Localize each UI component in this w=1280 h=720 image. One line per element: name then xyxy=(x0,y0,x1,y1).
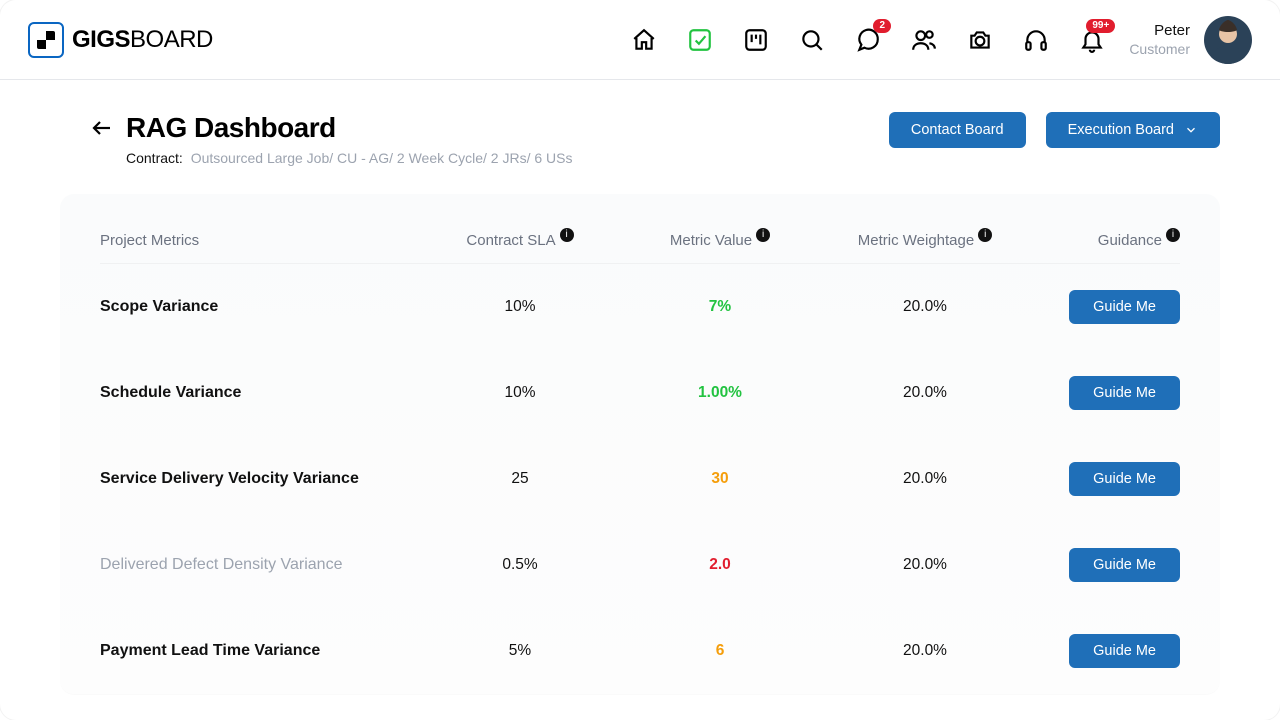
metric-value: 2.0 xyxy=(620,556,820,574)
info-icon[interactable]: i xyxy=(560,228,574,242)
logo-mark-icon xyxy=(28,22,64,58)
guidance-cell: Guide Me xyxy=(1030,376,1180,410)
metric-name: Schedule Variance xyxy=(100,384,420,402)
metric-value: 1.00% xyxy=(620,384,820,402)
user-name: Peter xyxy=(1129,22,1190,39)
metric-name: Delivered Defect Density Variance xyxy=(100,556,420,574)
th-metric-value: Metric Valuei xyxy=(620,232,820,249)
logo-text-light: BOARD xyxy=(130,26,213,53)
th-contract-sla-label: Contract SLA xyxy=(466,232,555,249)
camera-icon[interactable] xyxy=(967,27,993,53)
guide-me-button[interactable]: Guide Me xyxy=(1069,376,1180,410)
bell-badge: 99+ xyxy=(1086,19,1115,33)
metric-name: Scope Variance xyxy=(100,298,420,316)
metric-sla: 10% xyxy=(420,384,620,402)
home-icon[interactable] xyxy=(631,27,657,53)
table-row: Scope Variance10%7%20.0% Guide Me xyxy=(100,264,1180,350)
user-block[interactable]: Peter Customer xyxy=(1129,16,1252,64)
th-metric-weightage-label: Metric Weightage xyxy=(858,232,974,249)
tasks-check-icon[interactable] xyxy=(687,27,713,53)
metric-value: 30 xyxy=(620,470,820,488)
guidance-cell: Guide Me xyxy=(1030,634,1180,668)
topbar-right: 2 99+ Peter Customer xyxy=(631,16,1252,64)
back-arrow-icon[interactable] xyxy=(90,116,114,140)
head-actions: Contact Board Execution Board xyxy=(889,112,1220,148)
headphones-icon[interactable] xyxy=(1023,27,1049,53)
page-header: RAG Dashboard Contract: Outsourced Large… xyxy=(0,80,1280,166)
logo-text-bold: GIGS xyxy=(72,26,130,53)
page-title: RAG Dashboard xyxy=(126,112,336,144)
guidance-cell: Guide Me xyxy=(1030,548,1180,582)
table-row: Service Delivery Velocity Variance253020… xyxy=(100,436,1180,522)
top-bar: GIGSBOARD 2 xyxy=(0,0,1280,80)
metric-weightage: 20.0% xyxy=(820,384,1030,402)
contract-label: Contract: xyxy=(126,150,183,166)
table-row: Schedule Variance10%1.00%20.0% Guide Me xyxy=(100,350,1180,436)
metric-value: 7% xyxy=(620,298,820,316)
execution-board-label: Execution Board xyxy=(1068,122,1174,138)
search-icon[interactable] xyxy=(799,27,825,53)
th-project-metrics: Project Metrics xyxy=(100,232,420,249)
chevron-down-icon xyxy=(1184,123,1198,137)
page-header-left: RAG Dashboard Contract: Outsourced Large… xyxy=(90,112,572,166)
contract-value: Outsourced Large Job/ CU - AG/ 2 Week Cy… xyxy=(191,150,573,166)
metric-weightage: 20.0% xyxy=(820,470,1030,488)
icon-row: 2 99+ xyxy=(631,27,1105,53)
guide-me-button[interactable]: Guide Me xyxy=(1069,290,1180,324)
contact-board-button[interactable]: Contact Board xyxy=(889,112,1026,148)
execution-board-button[interactable]: Execution Board xyxy=(1046,112,1220,148)
guide-me-button[interactable]: Guide Me xyxy=(1069,548,1180,582)
chat-icon[interactable]: 2 xyxy=(855,27,881,53)
metric-weightage: 20.0% xyxy=(820,556,1030,574)
guidance-cell: Guide Me xyxy=(1030,462,1180,496)
th-metric-weightage: Metric Weightagei xyxy=(820,232,1030,249)
metric-weightage: 20.0% xyxy=(820,298,1030,316)
avatar xyxy=(1204,16,1252,64)
bell-icon[interactable]: 99+ xyxy=(1079,27,1105,53)
user-role: Customer xyxy=(1129,41,1190,57)
metric-sla: 0.5% xyxy=(420,556,620,574)
contact-board-label: Contact Board xyxy=(911,122,1004,138)
th-contract-sla: Contract SLAi xyxy=(420,232,620,249)
guidance-cell: Guide Me xyxy=(1030,290,1180,324)
people-icon[interactable] xyxy=(911,27,937,53)
logo[interactable]: GIGSBOARD xyxy=(28,22,213,58)
table-body: Scope Variance10%7%20.0%Guide MeSchedule… xyxy=(100,264,1180,694)
info-icon[interactable]: i xyxy=(1166,228,1180,242)
chat-badge: 2 xyxy=(873,19,891,33)
table-row: Delivered Defect Density Variance0.5%2.0… xyxy=(100,522,1180,608)
metric-name: Service Delivery Velocity Variance xyxy=(100,470,420,488)
th-guidance: Guidancei xyxy=(1030,232,1180,249)
metrics-card: Project Metrics Contract SLAi Metric Val… xyxy=(60,194,1220,694)
info-icon[interactable]: i xyxy=(756,228,770,242)
metric-value: 6 xyxy=(620,642,820,660)
metric-sla: 10% xyxy=(420,298,620,316)
info-icon[interactable]: i xyxy=(978,228,992,242)
table-head: Project Metrics Contract SLAi Metric Val… xyxy=(100,218,1180,264)
metric-sla: 5% xyxy=(420,642,620,660)
table-row: Payment Lead Time Variance5%620.0% Guide … xyxy=(100,608,1180,694)
metric-weightage: 20.0% xyxy=(820,642,1030,660)
title-row: RAG Dashboard xyxy=(90,112,572,144)
guide-me-button[interactable]: Guide Me xyxy=(1069,634,1180,668)
logo-text: GIGSBOARD xyxy=(72,26,213,54)
metric-sla: 25 xyxy=(420,470,620,488)
metric-name: Payment Lead Time Variance xyxy=(100,642,420,660)
th-guidance-label: Guidance xyxy=(1098,232,1162,249)
user-text: Peter Customer xyxy=(1129,22,1190,57)
guide-me-button[interactable]: Guide Me xyxy=(1069,462,1180,496)
board-icon[interactable] xyxy=(743,27,769,53)
th-metric-value-label: Metric Value xyxy=(670,232,752,249)
contract-line: Contract: Outsourced Large Job/ CU - AG/… xyxy=(126,150,572,166)
